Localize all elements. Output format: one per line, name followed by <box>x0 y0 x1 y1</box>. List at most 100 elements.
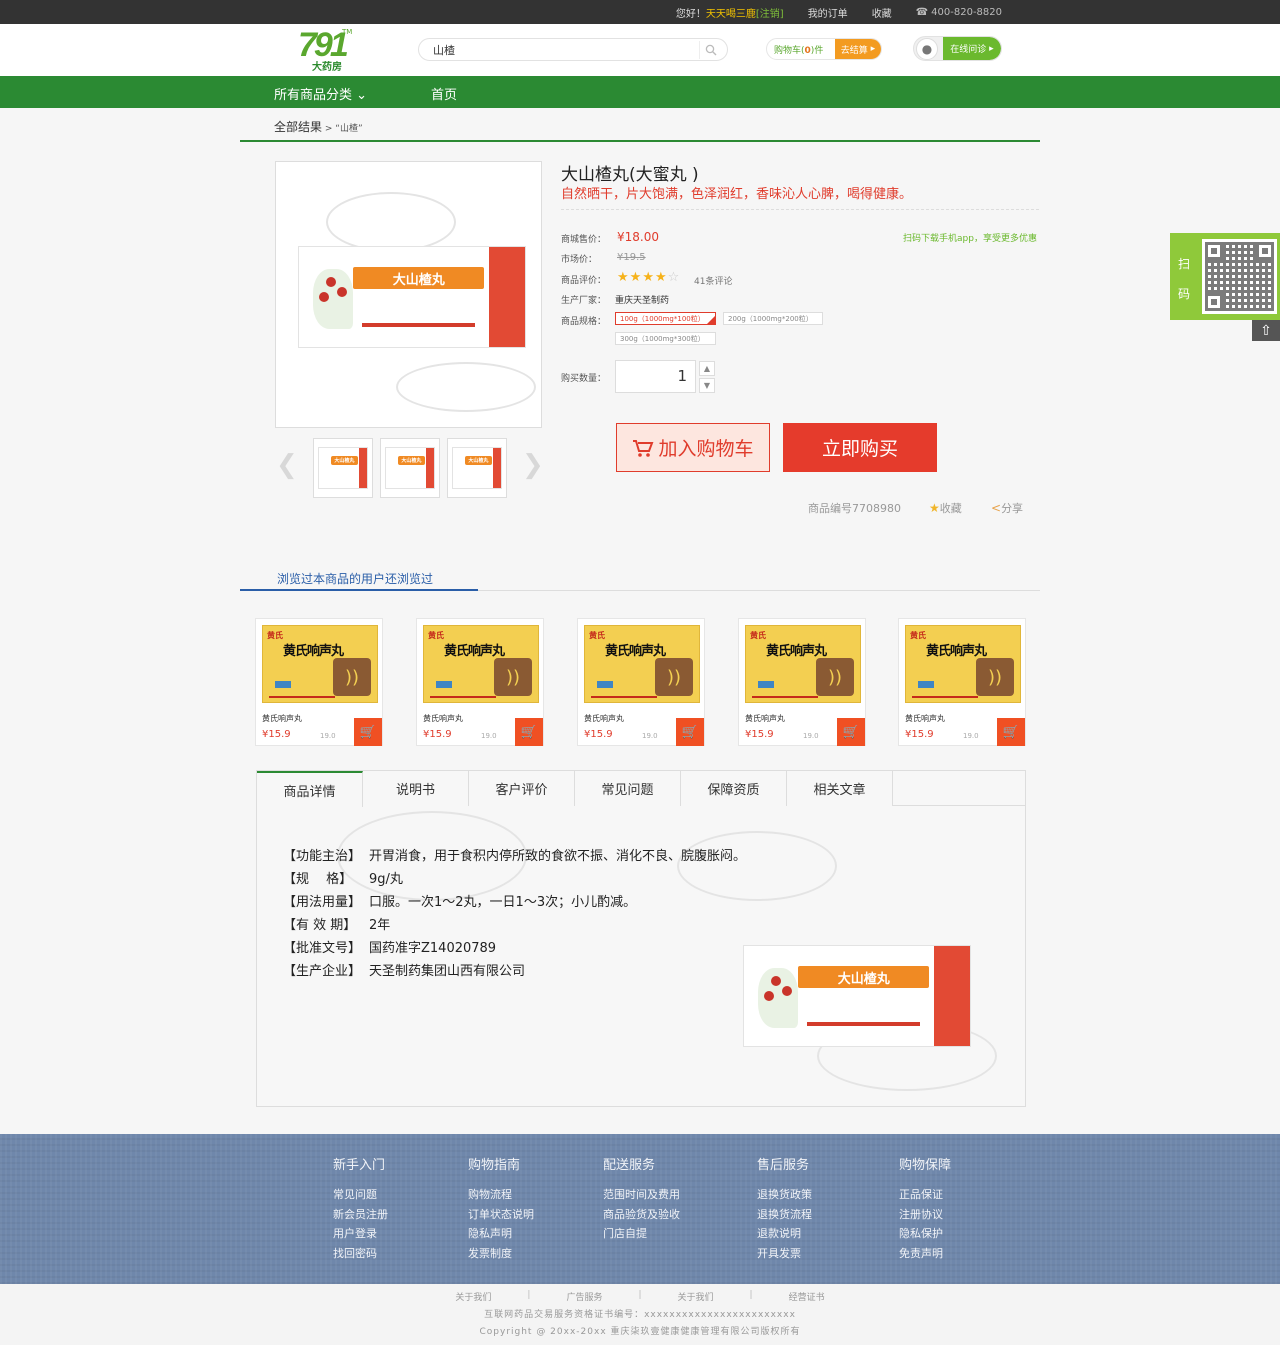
breadcrumb-root[interactable]: 全部结果 <box>274 120 322 134</box>
bottom-link-about-2[interactable]: 关于我们 <box>678 1290 714 1303</box>
footer-link[interactable]: 发票制度 <box>468 1244 534 1264</box>
thumb-prev-arrow-icon[interactable]: ❮ <box>276 450 298 480</box>
quantity-label: 购买数量： <box>561 374 607 384</box>
username-link[interactable]: 天天喝三鹿 <box>706 9 756 20</box>
thumbnail-3[interactable]: 大山楂丸 <box>447 438 507 498</box>
rec-add-cart-icon[interactable]: 🛒 <box>676 718 704 746</box>
back-to-top-icon[interactable]: ⇧ <box>1252 320 1280 341</box>
app-download-tip[interactable]: 扫码下载手机app，享受更多优惠 <box>903 231 1037 244</box>
detail-row: 【批准文号】 国药准字Z14020789 <box>283 941 497 956</box>
thumbnail-2[interactable]: 大山楂丸 <box>380 438 440 498</box>
tab-qualifications[interactable]: 保障资质 <box>681 771 787 806</box>
footer-link[interactable]: 隐私声明 <box>468 1224 534 1244</box>
add-to-cart-button[interactable]: 加入购物车 <box>616 423 770 472</box>
thumbnail-2-label: 大山楂丸 <box>397 456 426 465</box>
spec-option-200g[interactable]: 200g（1000mg*200粒） <box>723 312 823 325</box>
product-main-image: 大山楂丸 <box>275 161 542 428</box>
tab-articles[interactable]: 相关文章 <box>787 771 893 806</box>
tab-reviews[interactable]: 客户评价 <box>469 771 575 806</box>
footer-link[interactable]: 注册协议 <box>899 1205 951 1225</box>
footer-link[interactable]: 商品验货及验收 <box>603 1205 680 1225</box>
review-count-link[interactable]: 41条评论 <box>694 274 732 287</box>
favorites-link[interactable]: 收藏 <box>872 5 892 20</box>
my-orders-link[interactable]: 我的订单 <box>808 5 848 20</box>
footer-col-delivery: 配送服务 范围时间及费用 商品验货及验收 门店自提 <box>603 1154 680 1244</box>
footer-link[interactable]: 范围时间及费用 <box>603 1185 680 1205</box>
tab-faq[interactable]: 常见问题 <box>575 771 681 806</box>
logout-link[interactable]: [注销] <box>756 9 784 20</box>
bottom-link-license[interactable]: 经营证书 <box>789 1290 825 1303</box>
consult-label: 在线问诊 ▸ <box>943 37 1001 60</box>
rec-add-cart-icon[interactable]: 🛒 <box>354 718 382 746</box>
buy-now-button[interactable]: 立即购买 <box>783 423 937 472</box>
share-icon: < <box>991 501 1002 515</box>
footer-col-guide: 购物指南 购物流程 订单状态说明 隐私声明 发票制度 <box>468 1154 534 1263</box>
search-input[interactable] <box>433 43 673 56</box>
site-header: 791 TM 大药房 <box>0 24 1280 76</box>
footer-link[interactable]: 用户登录 <box>333 1224 388 1244</box>
footer-link[interactable]: 找回密码 <box>333 1244 388 1264</box>
bottom-link-ads[interactable]: 广告服务 <box>566 1290 602 1303</box>
product-box-label: 大山楂丸 <box>353 267 485 289</box>
checkout-button[interactable]: 去结算 ▸ <box>835 39 881 59</box>
search-icon <box>705 44 716 56</box>
rec-add-cart-icon[interactable]: 🛒 <box>515 718 543 746</box>
product-detail-panel: 商品详情 说明书 客户评价 常见问题 保障资质 相关文章 【功能主治】 开胃消食，… <box>256 770 1026 1107</box>
footer-link[interactable]: 门店自提 <box>603 1224 680 1244</box>
footer-link[interactable]: 退换货政策 <box>757 1185 812 1205</box>
spec-option-300g[interactable]: 300g（1000mg*300粒） <box>615 332 716 345</box>
product-slogan: 自然晒干，片大饱满，色泽润红，香味沁人心脾，喝得健康。 <box>561 187 913 202</box>
rec-item-5[interactable]: 黄氏 黄氏响声丸)) 黄氏响声丸 ¥15.9 19.0 🛒 <box>898 618 1026 746</box>
search-button[interactable] <box>699 41 721 59</box>
breadcrumb-term: “山楂” <box>335 124 363 134</box>
favorite-button[interactable]: ★收藏 <box>929 500 962 516</box>
side-qr-panel[interactable]: 扫码 <box>1170 233 1280 320</box>
rec-item-2[interactable]: 黄氏 黄氏响声丸)) 黄氏响声丸 ¥15.9 19.0 🛒 <box>416 618 544 746</box>
site-logo[interactable]: 791 TM 大药房 <box>298 26 354 73</box>
rec-item-old-price: 19.0 <box>481 732 497 740</box>
rec-item-old-price: 19.0 <box>642 732 658 740</box>
phone-number: ☎ 400-820-8820 <box>915 6 1002 18</box>
rec-item-1[interactable]: 黄氏 黄氏响声丸)) 黄氏响声丸 ¥15.9 19.0 🛒 <box>255 618 383 746</box>
all-categories-menu[interactable]: 所有商品分类 ⌄ <box>274 84 367 103</box>
rec-item-3[interactable]: 黄氏 黄氏响声丸)) 黄氏响声丸 ¥15.9 19.0 🛒 <box>577 618 705 746</box>
footer-link[interactable]: 订单状态说明 <box>468 1205 534 1225</box>
footer-link[interactable]: 退款说明 <box>757 1224 812 1244</box>
footer-link[interactable]: 购物流程 <box>468 1185 534 1205</box>
footer-link[interactable]: 开具发票 <box>757 1244 812 1264</box>
footer-link[interactable]: 退换货流程 <box>757 1205 812 1225</box>
quantity-input[interactable]: 1 <box>615 360 696 393</box>
spec-option-100g[interactable]: 100g（1000mg*100粒） <box>615 312 716 325</box>
online-consult-button[interactable]: ● 在线问诊 ▸ <box>913 36 1002 61</box>
rec-add-cart-icon[interactable]: 🛒 <box>837 718 865 746</box>
sound-waves-icon: )) <box>816 658 854 696</box>
tab-manual[interactable]: 说明书 <box>363 771 469 806</box>
footer-link[interactable]: 新会员注册 <box>333 1205 388 1225</box>
rec-item-4[interactable]: 黄氏 黄氏响声丸)) 黄氏响声丸 ¥15.9 19.0 🛒 <box>738 618 866 746</box>
rec-item-price: ¥15.9 <box>262 729 291 740</box>
tab-details[interactable]: 商品详情 <box>257 771 363 807</box>
thumb-next-arrow-icon[interactable]: ❯ <box>522 450 544 480</box>
cart-icon <box>633 439 654 457</box>
quantity-up-icon[interactable]: ▲ <box>699 361 715 376</box>
footer-link[interactable]: 隐私保护 <box>899 1224 951 1244</box>
share-button[interactable]: <分享 <box>991 500 1023 516</box>
rec-item-name: 黄氏响声丸 <box>745 714 785 723</box>
also-viewed-header: 浏览过本商品的用户还浏览过 <box>240 570 1040 591</box>
nav-home[interactable]: 首页 <box>431 84 457 103</box>
footer-link[interactable]: 正品保证 <box>899 1185 951 1205</box>
rec-item-old-price: 19.0 <box>320 732 336 740</box>
quantity-down-icon[interactable]: ▼ <box>699 378 715 393</box>
rec-add-cart-icon[interactable]: 🛒 <box>997 718 1025 746</box>
spec-label: 商品规格： <box>561 317 607 327</box>
detail-box-label: 大山楂丸 <box>798 966 930 988</box>
thumbnail-1[interactable]: 大山楂丸 <box>313 438 373 498</box>
star-icon: ★ <box>629 270 642 285</box>
sound-waves-icon: )) <box>333 658 371 696</box>
cart-pill[interactable]: 购物车(0)件 去结算 ▸ <box>766 38 882 60</box>
footer-link[interactable]: 常见问题 <box>333 1185 388 1205</box>
bottom-link-about[interactable]: 关于我们 <box>455 1290 491 1303</box>
detail-spec-list: 【功能主治】 开胃消食，用于食积内停所致的食欲不振、消化不良、脘腹胀闷。 【规 格… <box>283 845 746 983</box>
detail-row: 【生产企业】 天圣制药集团山西有限公司 <box>283 964 526 979</box>
footer-link[interactable]: 免责声明 <box>899 1244 951 1264</box>
